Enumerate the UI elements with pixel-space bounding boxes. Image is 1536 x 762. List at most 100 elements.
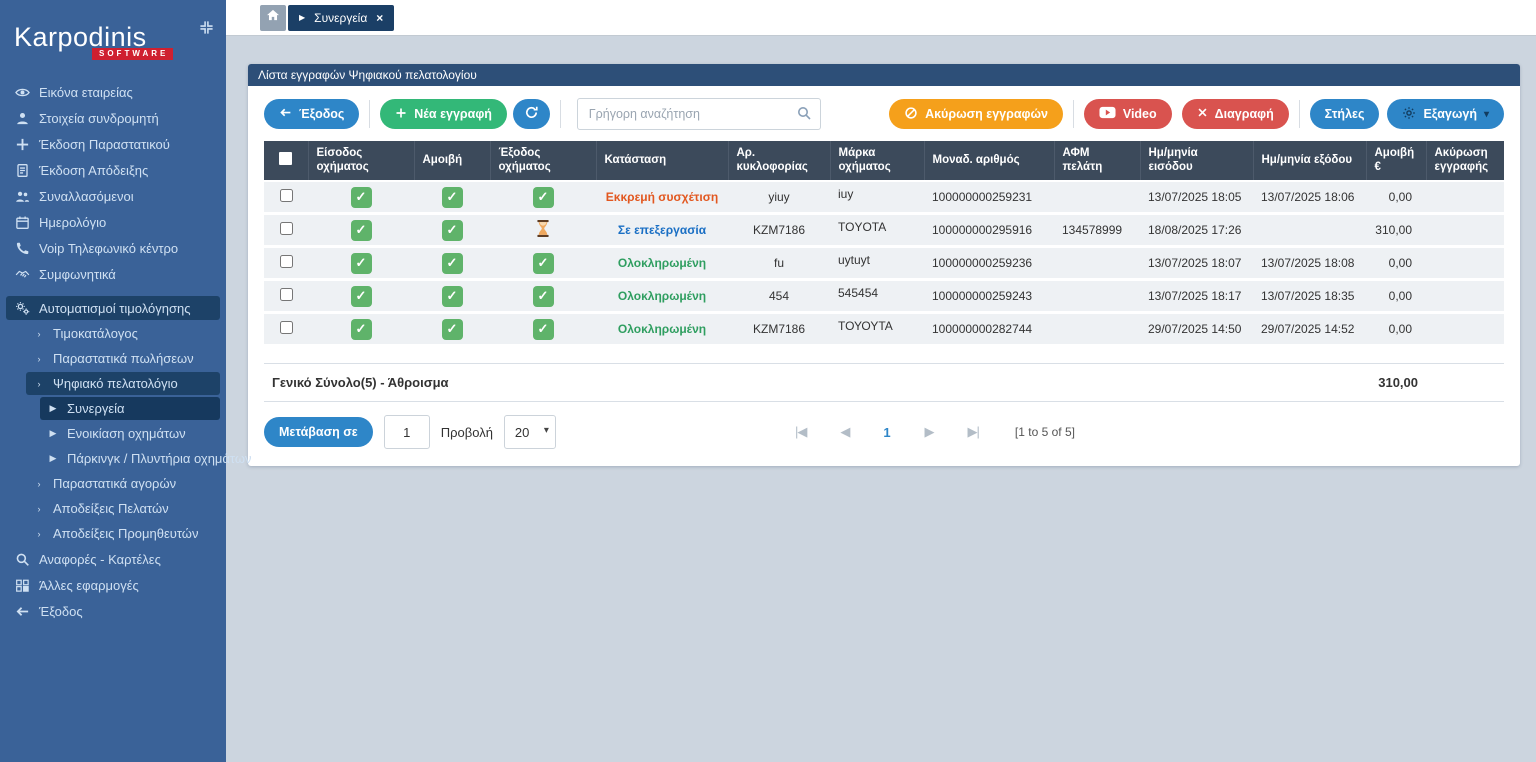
- sidebar-item[interactable]: › ▶ Τιμοκατάλογος: [26, 322, 220, 345]
- tab-close-icon[interactable]: ×: [376, 11, 383, 25]
- row-checkbox[interactable]: [279, 255, 293, 269]
- row-checkbox[interactable]: [279, 189, 293, 202]
- cancel-records-button[interactable]: Ακύρωση εγγραφών: [889, 99, 1063, 129]
- fee-check-icon: ✓: [441, 252, 463, 274]
- sidebar-item-label: Στοιχεία συνδρομητή: [39, 110, 159, 126]
- arrow-left-icon: [279, 106, 292, 122]
- table-row[interactable]: ✓ ✓ ✓: [264, 279, 1504, 315]
- exit-button[interactable]: Έξοδος: [264, 99, 360, 129]
- sidebar-item[interactable]: › ▶ Συμφωνητικά: [6, 262, 220, 286]
- status-text: Σε επεξεργασία: [617, 223, 707, 238]
- status-text: Ολοκληρωμένη: [617, 256, 707, 271]
- first-page-icon[interactable]: |◀: [795, 424, 807, 440]
- sidebar-item[interactable]: › ▶ Συναλλασόμενοι: [6, 184, 220, 208]
- col-header[interactable]: Ημ/μηνία εξόδου: [1253, 141, 1367, 182]
- status-text: Ολοκληρωμένη: [617, 322, 707, 337]
- prev-page-icon[interactable]: ◀: [840, 424, 850, 440]
- triangle-right-icon: ▶: [49, 403, 57, 413]
- sidebar-item[interactable]: › ▶ Αποδείξεις Προμηθευτών: [26, 522, 220, 545]
- date-in-cell: 29/07/2025 14:50: [1140, 312, 1253, 348]
- tab-synergeia[interactable]: ▶ Συνεργεία ×: [288, 4, 395, 31]
- fee-cell: 310,00: [1366, 213, 1426, 249]
- chevron-right-icon: ›: [37, 503, 41, 514]
- table-row[interactable]: ✓ ✓ ✓: [264, 312, 1504, 348]
- status-text: Εκκρεμή συσχέτιση: [605, 190, 719, 204]
- col-header[interactable]: Κατάσταση: [596, 141, 729, 182]
- arrowleft-icon: [14, 603, 30, 619]
- exit-check-icon: ✓: [532, 186, 554, 208]
- plate-cell: KZM7186: [728, 213, 830, 249]
- col-header[interactable]: Ημ/μηνία εισόδου: [1140, 141, 1254, 182]
- goto-page-button[interactable]: Μετάβαση σε: [264, 417, 373, 448]
- fee-check-icon: ✓: [441, 285, 463, 307]
- sidebar-item[interactable]: › ▶ Αποδείξεις Πελατών: [26, 497, 220, 520]
- sidebar-item-label: Συνεργεία: [67, 401, 125, 416]
- page-size-select-wrap: 20 ▾: [503, 415, 556, 450]
- col-header[interactable]: Έξοδος οχήματος: [490, 141, 597, 182]
- sidebar-item[interactable]: › ▶ Αυτοματισμοί τιμολόγησης: [6, 296, 220, 320]
- pager-controls: |◀ ◀ 1 ▶ ▶| [1 to 5 of 5]: [567, 424, 1303, 440]
- summary-total: 310,00: [1366, 363, 1426, 403]
- col-header[interactable]: Ακύρωση εγγραφής: [1426, 141, 1504, 182]
- delete-button[interactable]: Διαγραφή: [1181, 99, 1289, 129]
- new-record-button[interactable]: Νέα εγγραφή: [380, 99, 507, 129]
- sidebar-item[interactable]: › ▶ Έκδοση Παραστατικού: [6, 132, 220, 156]
- sidebar-item[interactable]: › ▶ Έξοδος: [6, 599, 220, 623]
- sidebar-item[interactable]: › ▶ Παραστατικά αγορών: [26, 472, 220, 495]
- app-logo: Karpodinis SOFTWARE: [0, 0, 226, 62]
- sidebar-item[interactable]: › ▶ Ψηφιακό πελατολόγιο: [26, 372, 220, 395]
- export-button[interactable]: Εξαγωγή ▾: [1387, 99, 1505, 129]
- row-checkbox[interactable]: [279, 288, 293, 302]
- fee-check-icon: ✓: [441, 219, 463, 241]
- sidebar-item[interactable]: › ▶ Πάρκινγκ / Πλυντήρια οχημάτων: [40, 447, 252, 470]
- sidebar-item-label: Παραστατικά αγορών: [53, 476, 177, 491]
- goto-page-input[interactable]: [383, 415, 430, 450]
- collapse-sidebar-icon[interactable]: [199, 20, 214, 40]
- calendar-icon: [14, 214, 30, 230]
- col-header[interactable]: Αμοιβή: [414, 141, 491, 182]
- last-page-icon[interactable]: ▶|: [968, 424, 980, 440]
- sidebar-item[interactable]: › ▶ Voip Τηλεφωνικό κέντρο: [6, 236, 220, 260]
- col-header[interactable]: Είσοδος οχήματος: [308, 141, 415, 182]
- table-row[interactable]: ✓ ✓ ✓: [264, 213, 1504, 249]
- home-tab-button[interactable]: [260, 4, 286, 31]
- table-row[interactable]: ✓ ✓ ✓: [264, 180, 1504, 216]
- sidebar-item[interactable]: › ▶ Ενοικίαση οχημάτων: [40, 422, 220, 445]
- sidebar-item[interactable]: › ▶ Αναφορές - Καρτέλες: [6, 547, 220, 571]
- col-header[interactable]: Μάρκα οχήματος: [830, 141, 925, 182]
- select-all-checkbox[interactable]: [279, 151, 293, 165]
- page-size-select[interactable]: 20: [503, 415, 556, 450]
- sidebar-item[interactable]: › ▶ Συνεργεία: [40, 397, 220, 420]
- col-header[interactable]: Αρ. κυκλοφορίας: [728, 141, 831, 182]
- video-button[interactable]: Video: [1083, 99, 1172, 129]
- close-icon: [1197, 107, 1208, 121]
- sidebar-item[interactable]: › ▶ Έκδοση Απόδειξης: [6, 158, 220, 182]
- row-checkbox[interactable]: [279, 222, 293, 236]
- sidebar-item[interactable]: › ▶ Στοιχεία συνδρομητή: [6, 106, 220, 130]
- fee-cell: 0,00: [1366, 279, 1426, 315]
- records-panel: Λίστα εγγραφών Ψηφιακού πελατολογίου Έξο…: [248, 64, 1520, 467]
- row-checkbox[interactable]: [279, 321, 293, 335]
- sidebar-item[interactable]: › ▶ Ημερολόγιο: [6, 210, 220, 234]
- unique-number-cell: 100000000259231: [924, 180, 1054, 216]
- search-input[interactable]: [576, 98, 822, 130]
- handshake-icon: [14, 266, 30, 282]
- current-page[interactable]: 1: [883, 425, 890, 440]
- col-header[interactable]: Μοναδ. αριθμός: [924, 141, 1055, 182]
- triangle-right-icon: ▶: [49, 453, 57, 463]
- col-header[interactable]: Αμοιβή €: [1366, 141, 1427, 182]
- sidebar-item[interactable]: › ▶ Άλλες εφαρμογές: [6, 573, 220, 597]
- refresh-button[interactable]: [512, 99, 550, 129]
- chevron-right-icon: ›: [37, 478, 41, 489]
- sidebar-item[interactable]: › ▶ Παραστατικά πωλήσεων: [26, 347, 220, 370]
- view-label: Προβολή: [440, 424, 493, 440]
- sidebar-item-label: Αποδείξεις Προμηθευτών: [53, 526, 199, 541]
- col-header[interactable]: ΑΦΜ πελάτη: [1054, 141, 1141, 182]
- sidebar-item-label: Συναλλασόμενοι: [39, 188, 134, 204]
- table-row[interactable]: ✓ ✓ ✓: [264, 246, 1504, 282]
- next-page-icon[interactable]: ▶: [925, 424, 935, 440]
- plate-cell: 454: [728, 279, 830, 315]
- sidebar-item[interactable]: › ▶ Εικόνα εταιρείας: [6, 80, 220, 104]
- columns-button[interactable]: Στήλες: [1309, 99, 1380, 129]
- main-area: ▶ Συνεργεία × Λίστα εγγραφών Ψηφιακού πε…: [226, 0, 1536, 762]
